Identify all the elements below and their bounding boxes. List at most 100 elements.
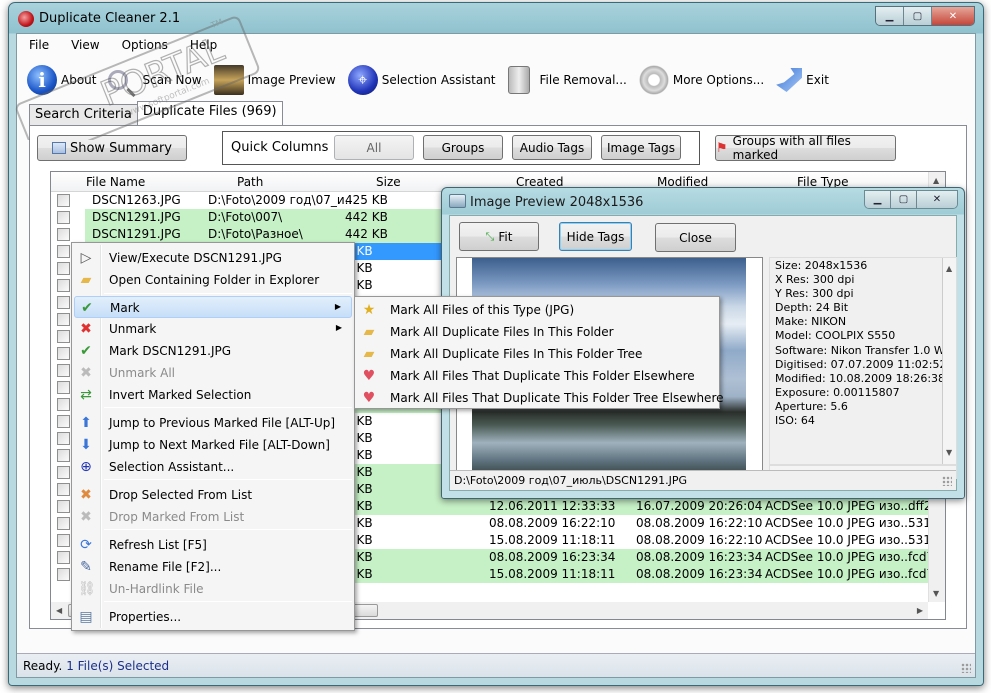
properties-icon: ▤ <box>79 609 93 625</box>
more-options-button[interactable]: More Options... <box>638 65 764 95</box>
row-checkbox[interactable] <box>57 262 70 275</box>
quick-column-all-button[interactable]: All <box>334 135 414 160</box>
menu-item-mark[interactable]: ✔ Mark ▶ <box>74 296 352 318</box>
image-tag-line: Digitised: 07.07.2009 11:02:52 <box>775 357 947 371</box>
menu-item-rename-file-f2[interactable]: ✎ Rename File [F2]... <box>74 556 352 578</box>
tags-vertical-scrollbar[interactable]: ▲ ▼ <box>942 258 956 464</box>
row-checkbox[interactable] <box>57 330 70 343</box>
fit-button[interactable]: ⤡ Fit <box>459 222 539 251</box>
menu-item-open-containing-folder-in-explorer[interactable]: ▰ Open Containing Folder in Explorer <box>74 269 352 291</box>
menu-item-properties[interactable]: ▤ Properties... <box>74 606 352 628</box>
minimize-button[interactable]: ▁ <box>876 7 904 25</box>
image-tag-line: Depth: 24 Bit <box>775 301 849 315</box>
window-title: Duplicate Cleaner 2.1 <box>39 11 181 26</box>
submenu-item[interactable]: ♥ Mark All Files That Duplicate This Fold… <box>357 365 717 387</box>
menu-item-refresh-list-f5[interactable]: ⟳ Refresh List [F5] <box>74 534 352 556</box>
tags-scroll-down-icon[interactable]: ▼ <box>946 446 952 460</box>
menu-item-drop-marked-from-list[interactable]: ✖ Drop Marked From List <box>74 506 352 528</box>
menu-item-label: Unmark All <box>109 366 176 380</box>
submenu-item[interactable]: ♥ Mark All Files That Duplicate This Fold… <box>357 387 724 409</box>
preview-minimize-button[interactable]: ▁ <box>865 191 891 208</box>
menu-help[interactable]: Help <box>178 36 227 56</box>
file-removal-button[interactable]: File Removal... <box>507 66 627 94</box>
preview-close-dialog-button[interactable]: Close <box>655 223 736 252</box>
submenu-item[interactable]: ▰ Mark All Duplicate Files In This Folder… <box>357 343 717 365</box>
resize-grip[interactable] <box>961 663 971 673</box>
scroll-left-icon[interactable]: ◀ <box>56 606 62 615</box>
row-checkbox[interactable] <box>57 466 70 479</box>
preview-resize-grip[interactable] <box>942 476 952 486</box>
row-checkbox[interactable] <box>57 483 70 496</box>
menu-item-invert-marked-selection[interactable]: ⇄ Invert Marked Selection <box>74 384 352 406</box>
hide-tags-button[interactable]: Hide Tags <box>559 222 632 251</box>
status-selection-count: 1 File(s) Selected <box>66 659 170 673</box>
show-summary-button[interactable]: Show Summary <box>37 135 187 161</box>
column-path[interactable]: Path <box>237 175 263 189</box>
groups-all-marked-button[interactable]: ⚑ Groups with all files marked <box>715 134 896 162</box>
tab-search-criteria[interactable]: Search Criteria <box>29 104 138 126</box>
row-checkbox[interactable] <box>57 432 70 445</box>
row-checkbox[interactable] <box>57 194 70 207</box>
row-checkbox[interactable] <box>57 228 70 241</box>
submenu-item[interactable]: ★ Mark All Files of this Type (JPG) <box>357 299 717 321</box>
row-checkbox[interactable] <box>57 551 70 564</box>
preview-close-button[interactable]: ✕ <box>917 191 957 208</box>
submenu-item[interactable]: ▰ Mark All Duplicate Files In This Folder <box>357 321 717 343</box>
tags-scroll-up-icon[interactable]: ▲ <box>946 262 952 276</box>
title-bar[interactable]: Duplicate Cleaner 2.1 ▁ ▢ ✕ <box>9 3 983 33</box>
preview-maximize-button[interactable]: ▢ <box>891 191 917 208</box>
menu-options[interactable]: Options <box>110 36 178 56</box>
menu-item-un-hardlink-file[interactable]: ⛓ Un-Hardlink File <box>74 578 352 600</box>
check-icon: ✔ <box>80 343 92 359</box>
exit-button[interactable]: Exit <box>776 68 829 92</box>
menu-item-jump-to-next-marked-file-alt-down[interactable]: ⬇ Jump to Next Marked File [ALT-Down] <box>74 434 352 456</box>
maximize-button[interactable]: ▢ <box>904 7 932 25</box>
quick-column-image-tags-button[interactable]: Image Tags <box>601 135 681 160</box>
column-size[interactable]: Size <box>376 175 401 189</box>
menu-item-unmark[interactable]: ✖ Unmark ▶ <box>74 318 352 340</box>
preview-path-bar: D:\Foto\2009 год\07_июль\DSCN1291.JPG <box>450 470 956 490</box>
row-checkbox[interactable] <box>57 296 70 309</box>
menu-item-drop-selected-from-list[interactable]: ✖ Drop Selected From List <box>74 484 352 506</box>
row-checkbox[interactable] <box>57 398 70 411</box>
image-tag-line: Model: COOLPIX S550 <box>775 329 896 343</box>
menu-item-selection-assistant[interactable]: ⊕ Selection Assistant... <box>74 456 352 478</box>
tab-duplicate-files[interactable]: Duplicate Files (969) <box>136 101 283 126</box>
unlink-icon: ⛓ <box>78 581 96 597</box>
row-checkbox[interactable] <box>57 313 70 326</box>
row-checkbox[interactable] <box>57 347 70 360</box>
row-checkbox[interactable] <box>57 415 70 428</box>
menu-item-view-execute-dscn1291-jpg[interactable]: ▷ View/Execute DSCN1291.JPG <box>74 247 352 269</box>
row-checkbox[interactable] <box>57 279 70 292</box>
scroll-up-icon[interactable]: ▲ <box>933 176 939 185</box>
menu-file[interactable]: File <box>17 36 59 56</box>
execute-icon: ▷ <box>80 250 92 266</box>
row-checkbox[interactable] <box>57 245 70 258</box>
menu-view[interactable]: View <box>59 36 109 56</box>
quick-column-groups-button[interactable]: Groups <box>423 135 503 160</box>
row-checkbox[interactable] <box>57 211 70 224</box>
quick-column-audio-tags-button[interactable]: Audio Tags <box>512 135 592 160</box>
about-button[interactable]: i About <box>27 65 96 95</box>
row-checkbox[interactable] <box>57 381 70 394</box>
menu-item-jump-to-previous-marked-file-alt-up[interactable]: ⬆ Jump to Previous Marked File [ALT-Up] <box>74 412 352 434</box>
scan-now-button[interactable]: Scan Now <box>108 70 202 90</box>
image-tag-line: Exposure: 0.00115807 <box>775 385 900 399</box>
selection-assistant-button[interactable]: ⌖ Selection Assistant <box>347 65 496 95</box>
close-button[interactable]: ✕ <box>932 7 974 25</box>
menu-item-unmark-all[interactable]: ✖ Unmark All <box>74 362 352 384</box>
row-checkbox[interactable] <box>57 500 70 513</box>
row-checkbox[interactable] <box>57 364 70 377</box>
row-checkbox[interactable] <box>57 449 70 462</box>
row-checkbox[interactable] <box>57 568 70 581</box>
scroll-right-icon[interactable]: ▶ <box>917 606 923 615</box>
image-preview-button[interactable]: Image Preview <box>213 65 336 95</box>
row-checkbox[interactable] <box>57 517 70 530</box>
submenu-arrow-icon: ▶ <box>334 302 341 311</box>
column-file-name[interactable]: File Name <box>86 175 145 189</box>
scroll-down-icon[interactable]: ▼ <box>933 589 939 598</box>
menu-item-label: Jump to Previous Marked File [ALT-Up] <box>109 416 336 430</box>
image-tag-line: Size: 2048x1536 <box>775 259 868 272</box>
menu-item-mark-dscn1291-jpg[interactable]: ✔ Mark DSCN1291.JPG <box>74 340 352 362</box>
row-checkbox[interactable] <box>57 534 70 547</box>
